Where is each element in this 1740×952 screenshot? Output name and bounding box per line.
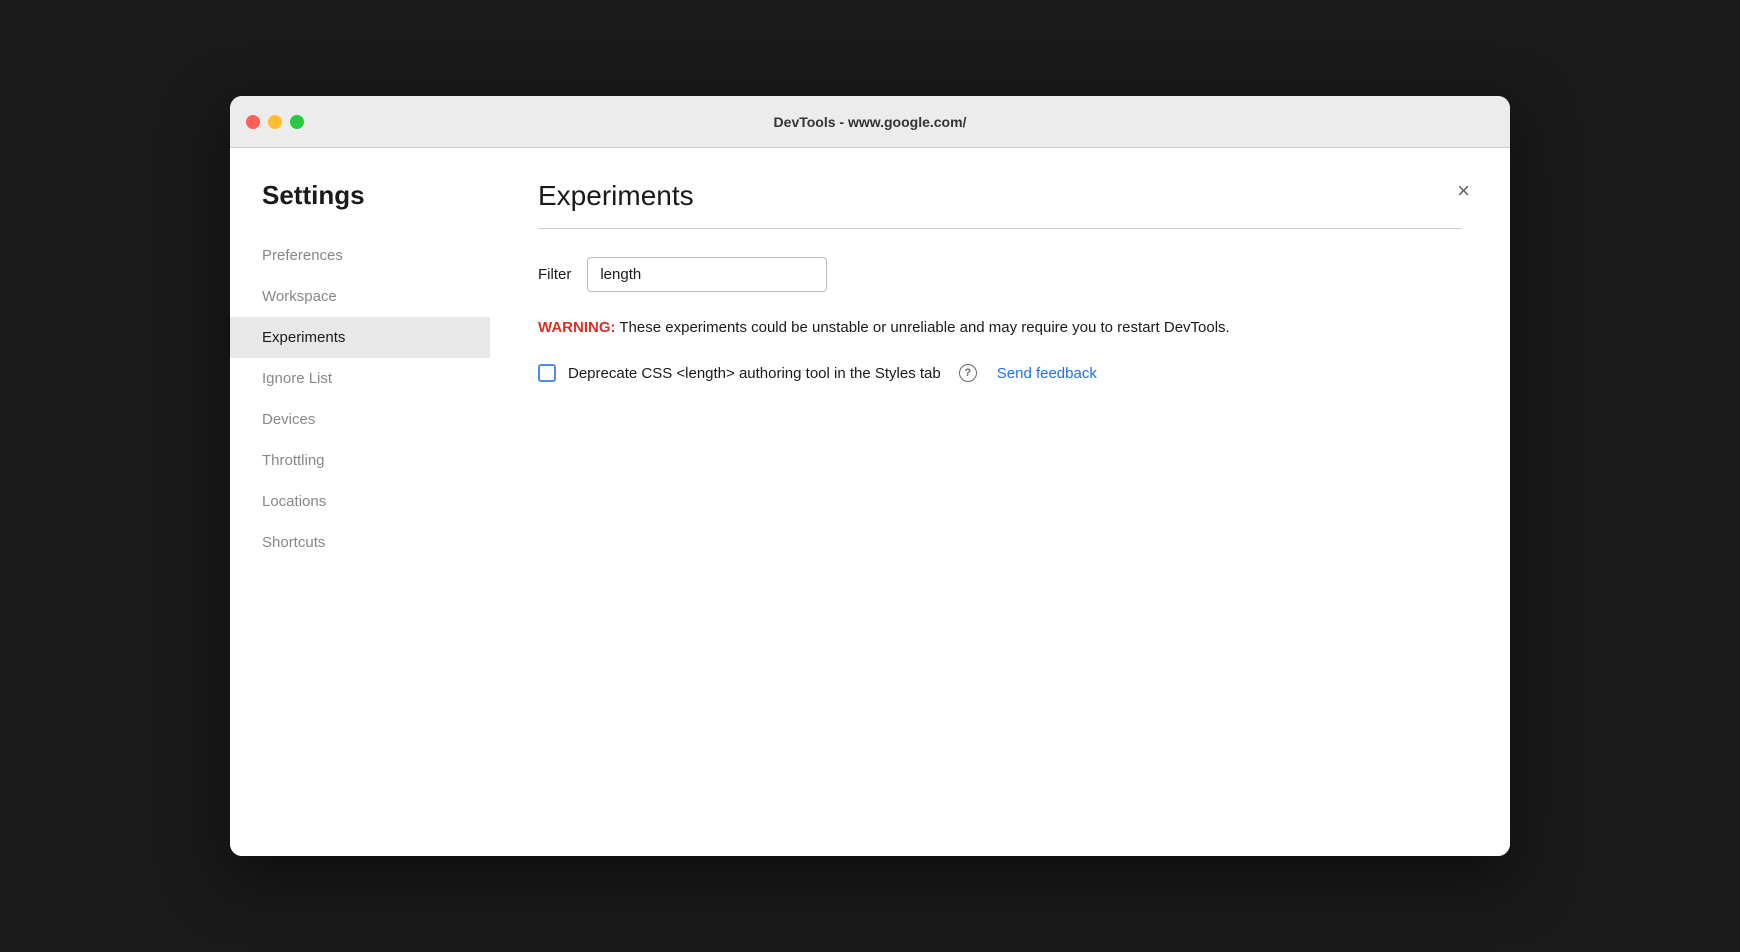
filter-input[interactable] xyxy=(587,257,827,292)
experiment-item: Deprecate CSS <length> authoring tool in… xyxy=(538,364,1462,382)
sidebar: Settings Preferences Workspace Experimen… xyxy=(230,148,490,856)
main-header: Experiments × xyxy=(538,180,1462,228)
content-area: Settings Preferences Workspace Experimen… xyxy=(230,148,1510,856)
sidebar-item-ignore-list[interactable]: Ignore List xyxy=(230,358,490,399)
filter-row: Filter xyxy=(538,257,1462,292)
sidebar-nav: Preferences Workspace Experiments Ignore… xyxy=(230,235,490,563)
window-title: DevTools - www.google.com/ xyxy=(774,114,967,130)
traffic-lights xyxy=(246,115,304,129)
titlebar: DevTools - www.google.com/ xyxy=(230,96,1510,148)
minimize-traffic-light[interactable] xyxy=(268,115,282,129)
sidebar-item-throttling[interactable]: Throttling xyxy=(230,440,490,481)
close-button[interactable]: × xyxy=(1453,176,1474,206)
send-feedback-link[interactable]: Send feedback xyxy=(997,365,1097,382)
filter-label: Filter xyxy=(538,266,571,283)
sidebar-item-workspace[interactable]: Workspace xyxy=(230,276,490,317)
warning-body: These experiments could be unstable or u… xyxy=(616,319,1230,336)
header-divider xyxy=(538,228,1462,229)
page-title: Experiments xyxy=(538,180,694,212)
sidebar-item-experiments[interactable]: Experiments xyxy=(230,317,490,358)
experiment-checkbox[interactable] xyxy=(538,364,556,382)
sidebar-heading: Settings xyxy=(230,180,490,235)
warning-text: WARNING: These experiments could be unst… xyxy=(538,316,1462,340)
main-panel: Experiments × Filter WARNING: These expe… xyxy=(490,148,1510,856)
devtools-window: DevTools - www.google.com/ Settings Pref… xyxy=(230,96,1510,856)
sidebar-item-devices[interactable]: Devices xyxy=(230,399,490,440)
sidebar-item-locations[interactable]: Locations xyxy=(230,481,490,522)
close-traffic-light[interactable] xyxy=(246,115,260,129)
help-icon[interactable]: ? xyxy=(959,364,977,382)
sidebar-item-preferences[interactable]: Preferences xyxy=(230,235,490,276)
sidebar-item-shortcuts[interactable]: Shortcuts xyxy=(230,522,490,563)
warning-keyword: WARNING: xyxy=(538,319,616,336)
experiment-label: Deprecate CSS <length> authoring tool in… xyxy=(568,365,941,382)
maximize-traffic-light[interactable] xyxy=(290,115,304,129)
